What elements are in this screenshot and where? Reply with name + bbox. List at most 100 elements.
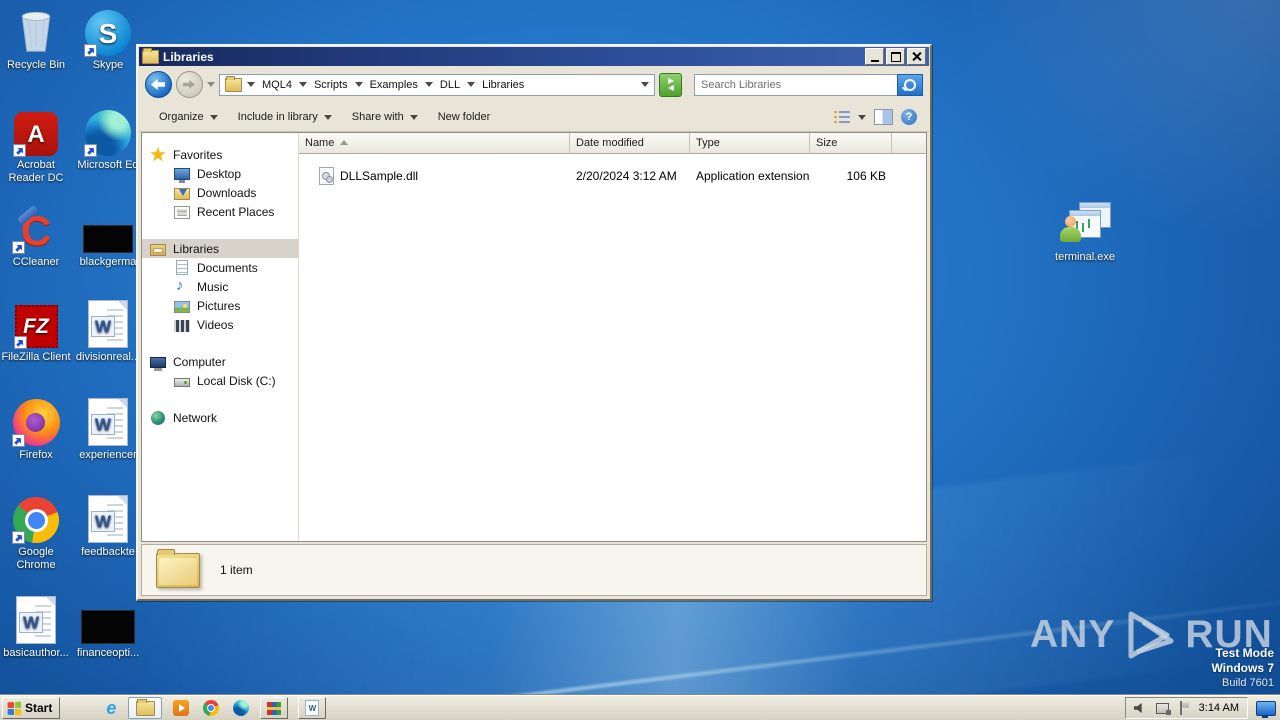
icon-label: basicauthor... xyxy=(3,647,69,659)
minimize-button[interactable] xyxy=(865,48,884,65)
column-header-size[interactable]: Size xyxy=(810,133,892,154)
maximize-button[interactable] xyxy=(886,48,905,65)
crumb-dropdown-icon[interactable] xyxy=(467,82,476,87)
image-thumbnail-icon xyxy=(81,610,135,644)
word-document-icon: W xyxy=(88,398,128,446)
desktop-icon-experiencer[interactable]: W experiencer xyxy=(73,396,143,462)
address-bar[interactable]: MQL4 Scripts Examples DLL Libraries xyxy=(219,73,655,96)
ie-icon: e xyxy=(106,698,117,718)
desktop-icon-skype[interactable]: S Skype xyxy=(73,6,143,72)
taskbar-wordpad-button[interactable]: W xyxy=(298,697,327,719)
magnifier-icon xyxy=(904,78,916,91)
taskbar-media-player-button[interactable] xyxy=(172,699,190,717)
breadcrumb-libraries[interactable]: Libraries xyxy=(480,78,526,92)
desktop-icon-firefox[interactable]: Firefox xyxy=(1,396,71,462)
sidebar-item-videos[interactable]: Videos xyxy=(142,315,298,334)
desktop-icon-recycle-bin[interactable]: Recycle Bin xyxy=(1,6,71,72)
taskbar: Start e W 3:14 AM xyxy=(0,695,1280,720)
back-button[interactable] xyxy=(145,71,172,98)
include-in-library-button[interactable]: Include in library xyxy=(230,108,340,126)
column-header-name[interactable]: Name xyxy=(299,133,570,154)
refresh-button[interactable] xyxy=(659,72,682,97)
terminal-icon xyxy=(1059,200,1111,248)
shortcut-arrow-icon xyxy=(84,144,97,157)
sidebar-group-libraries[interactable]: Libraries xyxy=(142,239,298,258)
star-icon xyxy=(150,146,166,162)
breadcrumb-mql4[interactable]: MQL4 xyxy=(260,78,294,92)
shortcut-arrow-icon xyxy=(84,44,97,57)
recent-pages-dropdown-icon[interactable] xyxy=(207,82,215,87)
explorer-window: Libraries MQL4 Scripts Examples DLL Libr… xyxy=(136,44,932,601)
close-button[interactable] xyxy=(907,48,926,65)
sidebar-group-favorites[interactable]: Favorites xyxy=(142,145,298,164)
crumb-dropdown-icon[interactable] xyxy=(354,82,363,87)
file-row-dllsample[interactable]: DLLSample.dll 2/20/2024 3:12 AM Applicat… xyxy=(299,166,926,185)
column-header-date-modified[interactable]: Date modified xyxy=(570,133,690,154)
crumb-dropdown-icon[interactable] xyxy=(247,82,255,87)
crumb-dropdown-icon[interactable] xyxy=(424,82,433,87)
breadcrumb-dll[interactable]: DLL xyxy=(438,78,462,92)
recent-places-icon xyxy=(174,205,190,219)
show-desktop-monitor-icon[interactable] xyxy=(1256,700,1276,718)
help-button[interactable]: ? xyxy=(901,109,917,125)
desktop-icon-terminal[interactable]: terminal.exe xyxy=(1050,198,1120,264)
clock[interactable]: 3:14 AM xyxy=(1199,702,1239,714)
sidebar-item-pictures[interactable]: Pictures xyxy=(142,296,298,315)
desktop-icon-edge[interactable]: Microsoft Ed xyxy=(73,106,143,172)
taskbar-ie-button[interactable]: e xyxy=(102,699,120,717)
file-date-modified: 2/20/2024 3:12 AM xyxy=(576,168,677,183)
network-status-icon[interactable] xyxy=(1155,702,1171,715)
crumb-dropdown-icon[interactable] xyxy=(298,82,307,87)
start-button[interactable]: Start xyxy=(2,697,61,719)
breadcrumb-scripts[interactable]: Scripts xyxy=(312,78,350,92)
preview-pane-button[interactable] xyxy=(874,109,893,125)
action-center-flag-icon[interactable] xyxy=(1178,701,1190,715)
item-count: 1 item xyxy=(220,563,253,577)
image-thumbnail-icon xyxy=(83,225,133,253)
title-bar[interactable]: Libraries xyxy=(139,47,929,66)
icon-label: Microsoft Ed xyxy=(77,159,139,171)
desktop-icon-ccleaner[interactable]: C CCleaner xyxy=(1,203,71,269)
taskbar-edge-button[interactable] xyxy=(232,699,250,717)
sidebar-group-network[interactable]: Network xyxy=(142,408,298,427)
taskbar-explorer-button-active[interactable] xyxy=(128,697,163,719)
organize-button[interactable]: Organize xyxy=(151,108,226,126)
desktop-icon-financeopti[interactable]: financeopti... xyxy=(73,594,143,660)
network-icon xyxy=(151,410,165,425)
address-history-dropdown-icon[interactable] xyxy=(641,82,649,87)
desktop-icon-feedbackte[interactable]: W feedbackte xyxy=(73,493,143,559)
desktop-icon-blackgerma[interactable]: blackgerma xyxy=(73,203,143,269)
forward-button[interactable] xyxy=(176,71,203,98)
word-document-icon: W xyxy=(88,300,128,348)
search-input[interactable]: Search Libraries xyxy=(694,73,897,96)
sidebar-item-downloads[interactable]: Downloads xyxy=(142,183,298,202)
column-header-type[interactable]: Type xyxy=(690,133,810,154)
new-folder-button[interactable]: New folder xyxy=(430,108,499,126)
view-dropdown-icon[interactable] xyxy=(858,114,866,120)
volume-icon[interactable] xyxy=(1133,702,1142,714)
sidebar-item-documents[interactable]: Documents xyxy=(142,258,298,277)
file-name: DLLSample.dll xyxy=(340,168,419,183)
desktop-icon-basicauthor[interactable]: W basicauthor... xyxy=(1,594,71,660)
sidebar-item-music[interactable]: Music xyxy=(142,277,298,296)
desktop-icon-divisionreal[interactable]: W divisionreal... xyxy=(73,298,143,364)
search-button[interactable] xyxy=(897,73,923,96)
share-with-button[interactable]: Share with xyxy=(344,108,426,126)
window-folder-icon xyxy=(142,47,159,64)
sidebar-item-recent-places[interactable]: Recent Places xyxy=(142,202,298,221)
winrar-icon xyxy=(267,701,282,715)
word-document-icon: W xyxy=(16,596,56,644)
desktop-icon-acrobat[interactable]: A Acrobat Reader DC xyxy=(1,106,71,185)
watermark-any-text: ANY xyxy=(1030,613,1116,656)
breadcrumb-examples[interactable]: Examples xyxy=(368,78,420,92)
sidebar-item-desktop[interactable]: Desktop xyxy=(142,164,298,183)
edge-icon xyxy=(233,700,250,716)
desktop-icon-filezilla[interactable]: FZ FileZilla Client xyxy=(1,298,71,364)
change-view-button[interactable] xyxy=(834,110,850,124)
shortcut-arrow-icon xyxy=(12,241,25,254)
taskbar-winrar-button[interactable] xyxy=(260,697,289,719)
sidebar-group-computer[interactable]: Computer xyxy=(142,352,298,371)
sidebar-item-local-disk-c[interactable]: Local Disk (C:) xyxy=(142,371,298,390)
taskbar-chrome-button[interactable] xyxy=(202,699,220,717)
desktop-icon-chrome[interactable]: Google Chrome xyxy=(1,493,71,572)
